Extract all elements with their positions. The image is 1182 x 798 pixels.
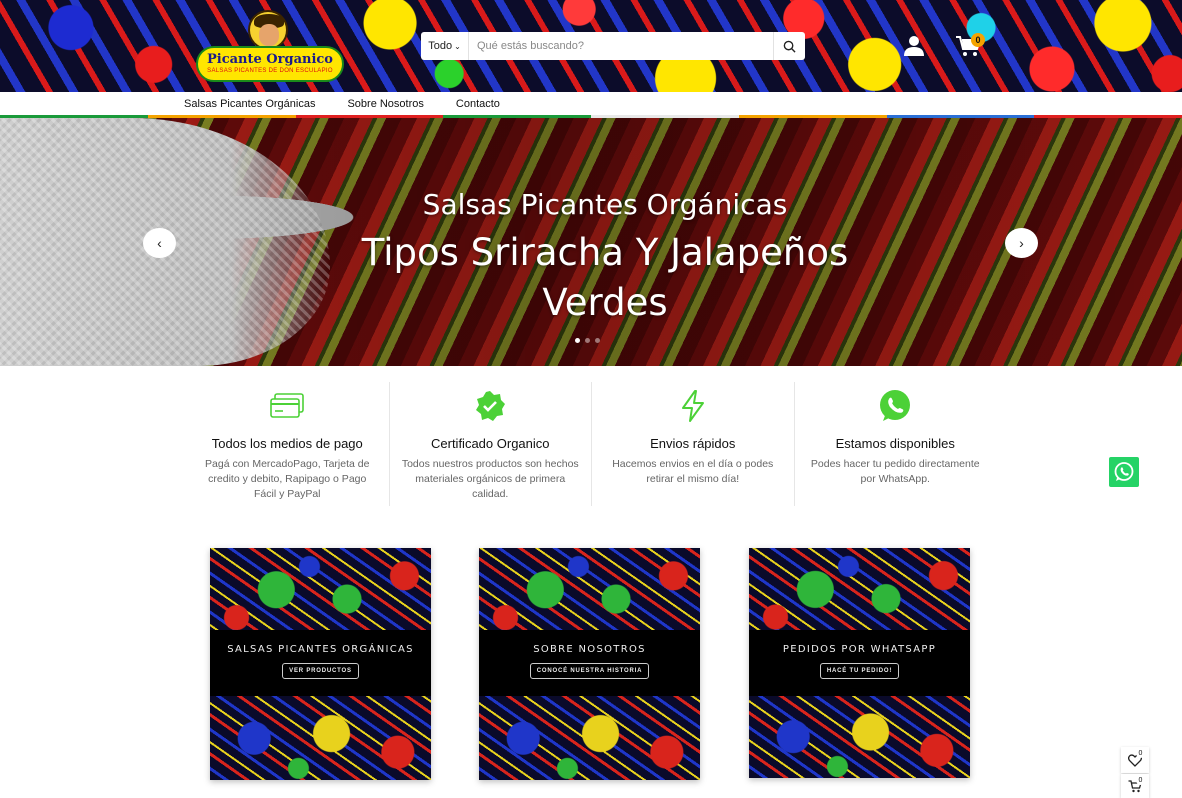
- nav-item-sobre-nosotros[interactable]: Sobre Nosotros: [347, 98, 423, 110]
- hero-title-line2: Verdes: [542, 281, 668, 324]
- verified-badge-icon: [476, 391, 506, 421]
- search-bar: Todo ⌄: [421, 32, 805, 60]
- credit-card-icon: [270, 393, 305, 418]
- wishlist-count-badge: 0: [1136, 749, 1145, 758]
- feature-desc: Podes hacer tu pedido directamente por W…: [810, 458, 980, 485]
- slider-dots: [575, 338, 600, 343]
- whatsapp-icon: [880, 390, 911, 421]
- feature-whatsapp: Estamos disponibles Podes hacer tu pedid…: [793, 382, 997, 506]
- chevron-right-icon: ›: [1019, 235, 1024, 251]
- feature-desc: Todos nuestros productos son hechos mate…: [401, 458, 579, 500]
- logo-title: Picante Organico: [207, 52, 333, 67]
- slider-prev-button[interactable]: ‹: [143, 228, 176, 258]
- feature-payment: Todos los medios de pago Pagá con Mercad…: [186, 382, 389, 506]
- site-logo[interactable]: Picante Organico SALSAS PICANTES DE DON …: [196, 10, 344, 84]
- slider-dot[interactable]: [595, 338, 600, 343]
- search-category-label: Todo: [428, 40, 453, 52]
- hero-subtitle: Salsas Picantes Orgánicas: [422, 188, 788, 221]
- search-icon: [783, 40, 796, 53]
- site-header: Picante Organico SALSAS PICANTES DE DON …: [0, 0, 1182, 92]
- card-title: SOBRE NOSOTROS: [533, 644, 646, 655]
- card-whatsapp[interactable]: PEDIDOS POR WHATSAPP HACÉ TU PEDIDO!: [749, 548, 970, 778]
- lightning-icon: [681, 390, 704, 422]
- card-sobre-nosotros[interactable]: SOBRE NOSOTROS CONOCÉ NUESTRA HISTORIA: [479, 548, 700, 780]
- logo-subtitle: SALSAS PICANTES DE DON ESCULAPIO: [207, 68, 333, 74]
- user-icon: [904, 36, 924, 56]
- card-title: PEDIDOS POR WHATSAPP: [782, 644, 937, 655]
- feature-title: Envios rápidos: [650, 436, 736, 451]
- card-title: SALSAS PICANTES ORGÁNICAS: [227, 644, 414, 655]
- feature-title: Certificado Organico: [431, 436, 550, 451]
- card-button[interactable]: HACÉ TU PEDIDO!: [819, 663, 900, 679]
- feature-desc: Hacemos envios en el día o podes retirar…: [612, 458, 774, 485]
- feature-organic: Certificado Organico Todos nuestros prod…: [388, 382, 592, 506]
- whatsapp-float-button[interactable]: [1109, 457, 1139, 487]
- hero-title-line1: Tipos Sriracha Y Jalapeños: [361, 231, 849, 274]
- chevron-down-icon: ⌄: [454, 41, 461, 51]
- features-row: Todos los medios de pago Pagá con Mercad…: [186, 382, 996, 506]
- chevron-left-icon: ‹: [157, 235, 162, 251]
- slider-dot[interactable]: [575, 338, 580, 343]
- feature-shipping: Envios rápidos Hacemos envios en el día …: [591, 382, 794, 506]
- logo-mascot-icon: [248, 10, 288, 50]
- feature-desc: Pagá con MercadoPago, Tarjeta de credito…: [205, 458, 370, 500]
- user-account-button[interactable]: [902, 34, 926, 58]
- slider-next-button[interactable]: ›: [1005, 228, 1038, 258]
- cart-float-button[interactable]: 0: [1121, 774, 1149, 798]
- card-button[interactable]: VER PRODUCTOS: [282, 663, 359, 679]
- feature-title: Estamos disponibles: [835, 436, 955, 451]
- search-category-select[interactable]: Todo ⌄: [421, 32, 469, 60]
- cart-count-badge: 0: [1136, 776, 1145, 785]
- wishlist-float-button[interactable]: 0: [1121, 747, 1149, 773]
- nav-item-salsas[interactable]: Salsas Picantes Orgánicas: [184, 98, 315, 110]
- hero-slider: Salsas Picantes Orgánicas Tipos Sriracha…: [0, 118, 1182, 366]
- hero-title: Tipos Sriracha Y Jalapeños Verdes: [350, 228, 860, 328]
- cart-count-badge: 0: [971, 33, 985, 47]
- feature-title: Todos los medios de pago: [211, 436, 363, 451]
- card-salsas[interactable]: SALSAS PICANTES ORGÁNICAS VER PRODUCTOS: [210, 548, 431, 780]
- nav-item-contacto[interactable]: Contacto: [456, 98, 500, 110]
- slider-dot[interactable]: [585, 338, 590, 343]
- whatsapp-icon: [1114, 462, 1134, 481]
- card-button[interactable]: CONOCÉ NUESTRA HISTORIA: [529, 663, 650, 679]
- search-button[interactable]: [773, 32, 805, 60]
- search-input[interactable]: [469, 32, 773, 60]
